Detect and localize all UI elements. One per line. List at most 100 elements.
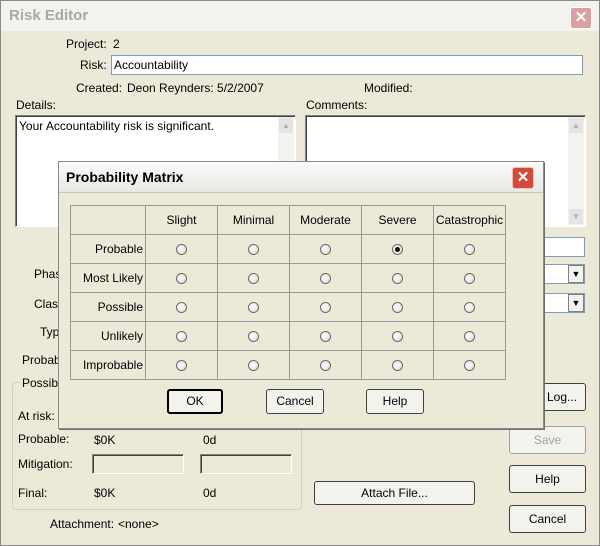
probability-radio[interactable] [248,360,259,372]
dialog-title: Probability Matrix [66,169,184,185]
at-risk-label: At risk: [18,409,55,423]
probability-radio[interactable] [320,273,331,285]
modified-label: Modified: [364,81,413,95]
column-header: Minimal [217,205,290,235]
risk-name-field[interactable] [111,55,583,75]
scroll-up-icon[interactable]: ▲ [569,118,583,133]
project-label: Project: [66,37,107,51]
field-partial[interactable] [541,237,585,257]
matrix-cell [289,234,362,264]
matrix-cell [433,321,506,351]
class-label: Clas [34,297,59,311]
probability-radio[interactable] [320,360,331,372]
dialog-help-button[interactable]: Help [366,389,424,414]
probability-radio[interactable] [320,244,331,256]
save-button[interactable]: Save [509,426,586,454]
matrix-cell [217,263,290,293]
matrix-cell [145,292,218,322]
probability-radio[interactable] [392,302,403,314]
matrix-cell [361,292,434,322]
matrix-cell [433,292,506,322]
window-title: Risk Editor [9,7,89,24]
attachment-value: <none> [118,517,159,531]
probability-radio[interactable] [464,302,475,314]
scroll-down-icon[interactable]: ▼ [569,209,583,224]
help-button[interactable]: Help [509,465,586,493]
probability-radio[interactable] [176,273,187,285]
matrix-cell [145,263,218,293]
probability-radio[interactable] [248,331,259,343]
details-label: Details: [16,98,57,112]
matrix-cell [361,234,434,264]
matrix-cell [433,263,506,293]
probability-radio[interactable] [248,273,259,285]
matrix-cell [433,234,506,264]
attachment-label: Attachment: [50,517,115,531]
matrix-cell [361,263,434,293]
matrix-corner-cell [70,205,146,235]
probability-radio[interactable] [392,360,403,372]
probability-radio[interactable] [176,331,187,343]
probable-label: Probable: [18,432,70,446]
row-header: Possible [70,292,146,322]
probability-radio[interactable] [248,302,259,314]
window-close-icon[interactable]: ✕ [570,7,592,29]
matrix-cell [289,263,362,293]
scroll-up-icon[interactable]: ▲ [279,118,293,133]
matrix-row: Unlikely [70,321,506,351]
final-label: Final: [18,486,48,500]
row-header: Improbable [70,350,146,380]
chevron-down-icon[interactable]: ▼ [568,265,584,283]
mitigation-label: Mitigation: [18,457,73,471]
risk-label: Risk: [80,58,107,72]
phase-select[interactable]: ▼ [541,264,585,284]
probability-radio[interactable] [464,244,475,256]
comments-scrollbar[interactable]: ▲ ▼ [568,117,584,225]
matrix-row: Improbable [70,350,506,380]
created-label: Created: [76,81,123,95]
details-text: Your Accountability risk is significant. [19,119,214,133]
matrix-cell [145,234,218,264]
matrix-cell [433,350,506,380]
probability-matrix-dialog: Probability Matrix ✕ Slight Minimal Mode… [58,161,544,429]
class-select[interactable]: ▼ [541,293,585,313]
matrix-cell [145,321,218,351]
probable-time: 0d [203,433,217,447]
probability-radio[interactable] [464,360,475,372]
probability-radio[interactable] [464,331,475,343]
final-cost: $0K [94,486,116,500]
matrix-cell [289,321,362,351]
probability-label: Probab [22,353,61,367]
probability-radio[interactable] [320,331,331,343]
risk-editor-titlebar: Risk Editor ✕ [1,1,599,31]
dialog-titlebar: Probability Matrix ✕ [59,162,543,193]
created-value: Deon Reynders: 5/2/2007 [127,81,264,95]
project-value: 2 [113,37,120,51]
probable-cost: $0K [94,433,116,447]
matrix-header-row: Slight Minimal Moderate Severe Catastrop… [70,205,506,235]
mitigation-cost-field[interactable] [92,454,184,474]
probability-radio[interactable] [248,244,259,256]
attach-file-button[interactable]: Attach File... [314,481,475,505]
row-header: Unlikely [70,321,146,351]
probability-radio[interactable] [176,244,187,256]
ok-button[interactable]: OK [167,389,223,414]
matrix-cell [289,292,362,322]
probability-radio[interactable] [176,302,187,314]
dialog-close-icon[interactable]: ✕ [512,167,534,189]
probability-radio[interactable] [392,331,403,343]
column-header: Catastrophic [433,205,506,235]
matrix-row: Probable [70,234,506,264]
matrix-cell [217,350,290,380]
chevron-down-icon[interactable]: ▼ [568,294,584,312]
matrix-cell [217,292,290,322]
dialog-cancel-button[interactable]: Cancel [266,389,324,414]
probability-radio[interactable] [176,360,187,372]
probability-radio[interactable] [392,273,403,285]
probability-radio[interactable] [320,302,331,314]
probability-radio[interactable] [464,273,475,285]
probability-radio[interactable] [392,244,403,256]
matrix-cell [217,321,290,351]
mitigation-time-field[interactable] [200,454,292,474]
cancel-button[interactable]: Cancel [509,505,586,533]
